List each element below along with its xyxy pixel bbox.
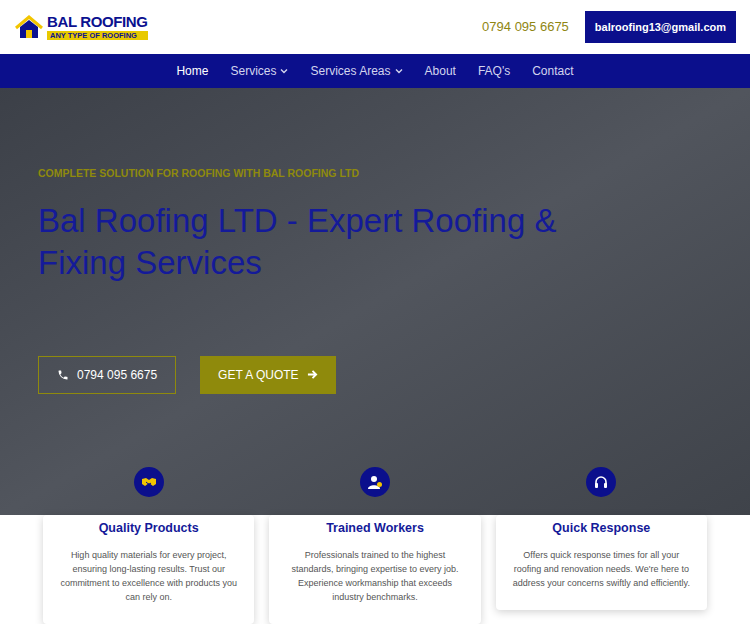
feature-icon-circle	[360, 467, 390, 497]
nav-item[interactable]: About	[425, 62, 456, 80]
feature-text: Professionals trained to the highest sta…	[283, 548, 466, 604]
feature-card: Quick Response Offers quick response time…	[496, 515, 707, 610]
feature-card: Trained Workers Professionals trained to …	[269, 515, 480, 624]
feature: Quality Products High quality materials f…	[43, 467, 254, 624]
hero-buttons: 0794 095 6675 GET A QUOTE	[38, 356, 750, 394]
nav-item[interactable]: Home	[176, 62, 208, 80]
quote-button-label: GET A QUOTE	[218, 366, 298, 384]
feature-text: Offers quick response times for all your…	[510, 548, 693, 590]
chevron-down-icon	[395, 67, 403, 75]
feature-title: Trained Workers	[283, 519, 466, 538]
feature-title: Quick Response	[510, 519, 693, 538]
nav-item[interactable]: Services	[230, 62, 288, 80]
headset-icon	[593, 474, 609, 490]
phone-button-label: 0794 095 6675	[77, 366, 157, 384]
hero-eyebrow: COMPLETE SOLUTION FOR ROOFING WITH BAL R…	[38, 166, 750, 182]
logo[interactable]: BAL ROOFING ANY TYPE OF ROOFING	[14, 14, 148, 41]
nav-label: FAQ's	[478, 62, 510, 80]
nav-item[interactable]: Services Areas	[310, 62, 402, 80]
logo-text: BAL ROOFING ANY TYPE OF ROOFING	[47, 14, 148, 41]
features: Quality Products High quality materials f…	[0, 467, 750, 624]
phone-icon	[57, 369, 69, 381]
site-header: BAL ROOFING ANY TYPE OF ROOFING 0794 095 6…	[0, 0, 750, 54]
feature: Quick Response Offers quick response time…	[496, 467, 707, 624]
nav-label: Services Areas	[310, 62, 390, 80]
feature-card: Quality Products High quality materials f…	[43, 515, 254, 624]
feature-icon-circle	[134, 467, 164, 497]
feature: Trained Workers Professionals trained to …	[269, 467, 480, 624]
nav-item[interactable]: FAQ's	[478, 62, 510, 80]
nav-label: About	[425, 62, 456, 80]
handshake-icon	[141, 474, 157, 490]
logo-tagline: ANY TYPE OF ROOFING	[47, 31, 148, 41]
main-nav: Home Services Services Areas About FAQ's Cont…	[0, 54, 750, 88]
hero-title: Bal Roofing LTD - Expert Roofing & Fixin…	[38, 200, 618, 284]
header-contact: 0794 095 6675 balroofing13@gmail.com	[482, 11, 736, 44]
nav-label: Home	[176, 62, 208, 80]
worker-icon	[367, 474, 383, 490]
nav-item[interactable]: Contact	[532, 62, 573, 80]
house-icon	[14, 14, 44, 40]
arrow-right-icon	[307, 369, 318, 380]
email-button[interactable]: balroofing13@gmail.com	[585, 11, 736, 44]
nav-label: Services	[230, 62, 276, 80]
nav-label: Contact	[532, 62, 573, 80]
phone-button[interactable]: 0794 095 6675	[38, 356, 176, 394]
hero: COMPLETE SOLUTION FOR ROOFING WITH BAL R…	[0, 88, 750, 515]
header-phone[interactable]: 0794 095 6675	[482, 17, 569, 37]
quote-button[interactable]: GET A QUOTE	[200, 356, 335, 394]
feature-icon-circle	[586, 467, 616, 497]
logo-name: BAL ROOFING	[47, 14, 148, 29]
feature-text: High quality materials for every project…	[57, 548, 240, 604]
chevron-down-icon	[280, 67, 288, 75]
feature-title: Quality Products	[57, 519, 240, 538]
